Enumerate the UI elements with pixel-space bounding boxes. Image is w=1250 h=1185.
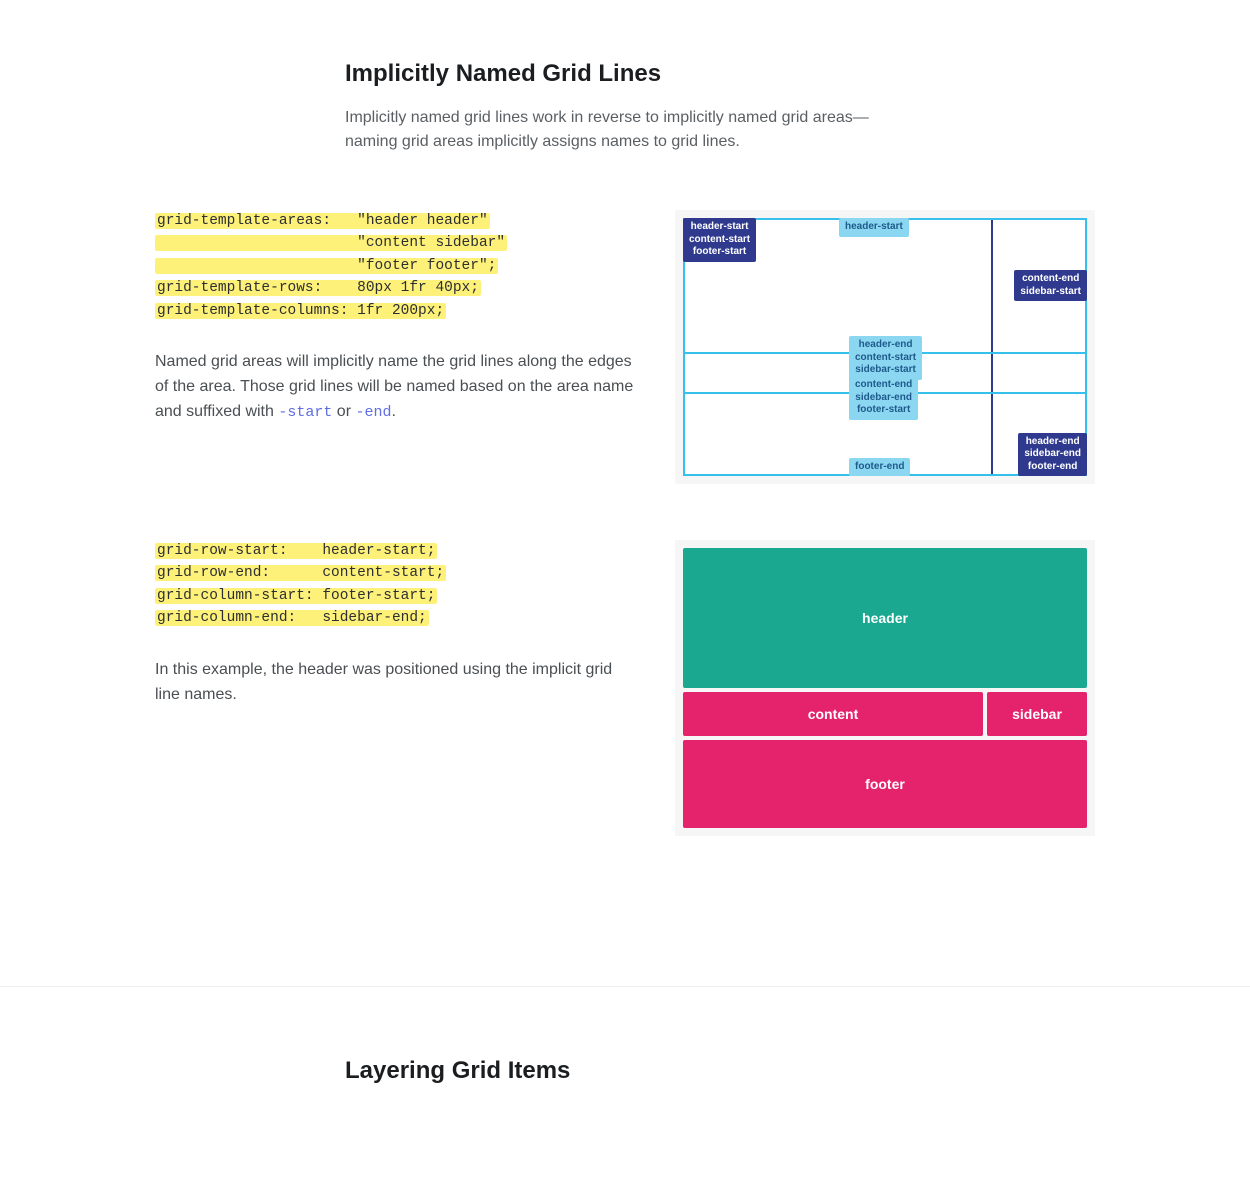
grid-cell-header: header [683,548,1087,688]
label-row4-end: footer-end [849,458,910,477]
label-col3-row4-end: header-end sidebar-end footer-end [1018,433,1087,477]
grid-cell-content: content [683,692,983,736]
label-row2: header-end content-start sidebar-start [849,336,922,380]
label-col1-row1-start: header-start content-start footer-start [683,218,756,262]
section-title: Implicitly Named Grid Lines [345,60,905,88]
code-explain-1: Named grid areas will implicitly name th… [155,350,635,424]
code-block-1: grid-template-areas: "header header" "co… [155,210,507,322]
label-col2: content-end sidebar-start [1014,270,1087,301]
grid-layout-diagram: header content sidebar footer [675,540,1095,836]
label-row3: content-end sidebar-end footer-start [849,376,918,420]
section-divider [0,986,1250,987]
grid-lines-diagram: header-start content-start footer-start … [675,210,1095,484]
code-block-2: grid-row-start: header-start; grid-row-e… [155,540,446,630]
grid-cell-footer: footer [683,740,1087,828]
code-explain-2: In this example, the header was position… [155,658,635,708]
grid-cell-sidebar: sidebar [987,692,1087,736]
section-lead: Implicitly named grid lines work in reve… [345,106,905,154]
section-title-2: Layering Grid Items [345,1057,905,1085]
inline-code-end: -end [355,404,391,421]
inline-code-start: -start [278,404,332,421]
label-row1-start: header-start [839,218,909,237]
